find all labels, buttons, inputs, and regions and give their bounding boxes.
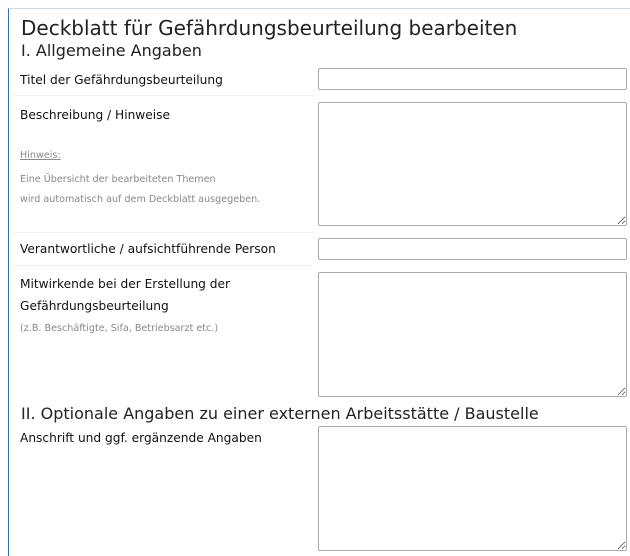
mitwirkende-label-line-2: Gefährdungsbeurteilung [20,299,169,313]
titel-input[interactable] [318,68,627,90]
section-title-external: II. Optionale Angaben zu einer externen … [21,404,539,423]
hint-heading-text: Hinweis: [20,150,61,161]
form-panel: Deckblatt für Gefährdungsbeurteilung bea… [8,8,630,556]
section-title-general: I. Allgemeine Angaben [21,41,202,60]
row-divider [13,265,313,266]
hint-heading: Hinweis: [20,146,61,166]
row-divider [13,232,313,233]
mitwirkende-label-line-1: Mitwirkende bei der Erstellung der [20,277,231,291]
anschrift-label: Anschrift und ggf. ergänzende Angaben [20,431,262,445]
anschrift-textarea[interactable] [318,426,627,551]
beschreibung-textarea[interactable] [318,102,627,226]
verantwortliche-label: Verantwortliche / aufsichtführende Perso… [20,242,276,256]
mitwirkende-hint: (z.B. Beschäftigte, Sifa, Betriebsarzt e… [20,323,219,334]
verantwortliche-input[interactable] [318,238,627,260]
hint-line-1: Eine Übersicht der bearbeiteten Themen [20,174,216,185]
hint-line-2: wird automatisch auf dem Deckblatt ausge… [20,194,261,205]
beschreibung-label: Beschreibung / Hinweise [20,108,171,122]
page-title: Deckblatt für Gefährdungsbeurteilung bea… [21,16,518,40]
row-divider [13,95,313,96]
titel-label: Titel der Gefährdungsbeurteilung [20,73,223,87]
mitwirkende-textarea[interactable] [318,272,627,397]
